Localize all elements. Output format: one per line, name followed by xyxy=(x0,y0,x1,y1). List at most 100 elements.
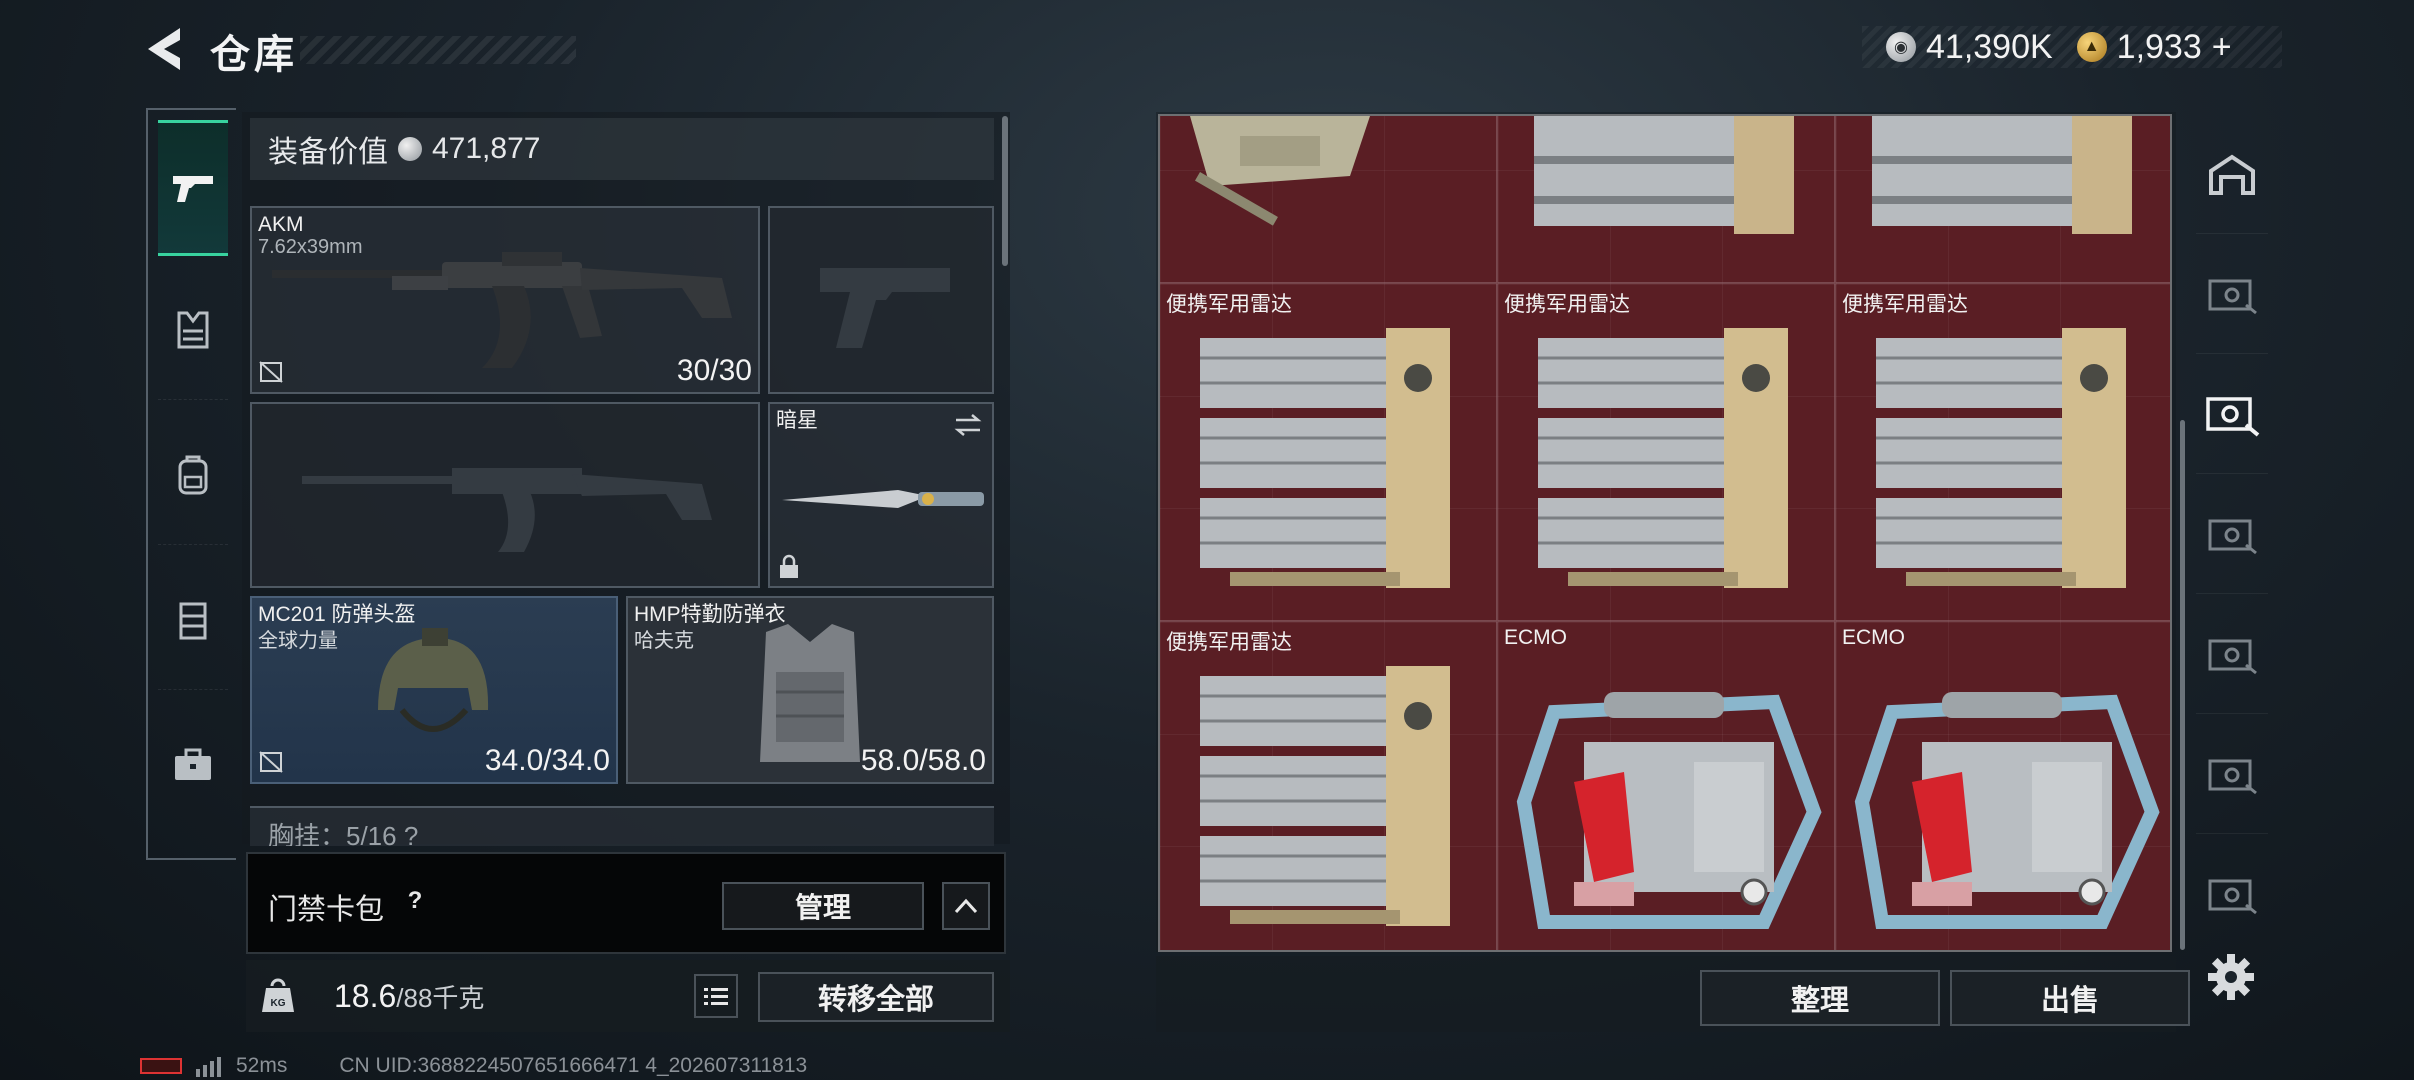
tab-storage-4[interactable] xyxy=(2196,476,2268,594)
helmet-slot[interactable]: MC201 防弹头盔 全球力量 34.0/34.0 xyxy=(250,596,618,784)
tab-storage-3-active[interactable] xyxy=(2196,356,2268,474)
military-radar-icon xyxy=(1534,116,1794,234)
silver-coin-icon: ◉ xyxy=(1886,32,1916,62)
silver-currency-value: 41,390K xyxy=(1926,27,2053,66)
status-bar: 52ms CN UID:3688224507651666471 4_202607… xyxy=(140,1052,807,1080)
storage-item-radar[interactable]: 便携军用雷达 xyxy=(1160,284,1498,622)
tab-chest-rig[interactable] xyxy=(158,550,228,690)
tab-storage-7[interactable] xyxy=(2196,836,2268,954)
tab-case[interactable] xyxy=(158,695,228,835)
armor-vest-icon xyxy=(177,311,209,348)
lock-icon xyxy=(780,554,798,578)
equipment-value-bar: 装备价值 471,877 xyxy=(250,118,994,180)
secondary-weapon-slot[interactable] xyxy=(250,402,760,588)
tab-storage-6[interactable] xyxy=(2196,716,2268,834)
storage-tabs xyxy=(2196,116,2268,956)
safe-box-icon xyxy=(2208,519,2257,554)
storage-item-radar[interactable]: 便携军用雷达 xyxy=(1498,284,1836,622)
storage-scrollbar[interactable] xyxy=(2180,420,2185,950)
keycard-label: 门禁卡包 xyxy=(268,894,385,926)
category-rail xyxy=(146,108,236,860)
equipment-value-label: 装备价值 xyxy=(268,136,388,169)
melee-slot[interactable]: 暗星 xyxy=(768,402,994,588)
storage-item-ecmo[interactable]: ECMO xyxy=(1498,622,1836,950)
page-title: 仓库 xyxy=(210,33,298,77)
equipment-scrollbar[interactable] xyxy=(1002,116,1008,266)
list-icon xyxy=(704,988,728,1005)
safe-box-icon xyxy=(2208,639,2257,674)
storage-grid: 便携军用雷达 便携军用雷达 便携军用雷达 便携军用雷达 ECMO ECMO xyxy=(1158,114,2172,952)
ecmo-machine-icon xyxy=(1854,692,2160,929)
ecmo-machine-icon xyxy=(1516,692,1822,929)
armor-slot[interactable]: HMP特勤防弹衣 哈夫克 58.0/58.0 xyxy=(626,596,994,784)
helmet-durability: 34.0/34.0 xyxy=(484,744,610,777)
knife-icon xyxy=(782,490,984,508)
vehicle-model-icon xyxy=(1190,116,1370,226)
tab-storage-5[interactable] xyxy=(2196,596,2268,714)
tab-storage-2[interactable] xyxy=(2196,236,2268,354)
storage-item-vehicle[interactable] xyxy=(1160,116,1498,284)
manage-button[interactable]: 管理 xyxy=(722,882,924,930)
armor-durability: 58.0/58.0 xyxy=(860,744,986,777)
tab-armor[interactable] xyxy=(158,260,228,400)
swap-icon[interactable] xyxy=(952,412,984,438)
storage-item-ecmo[interactable]: ECMO xyxy=(1836,622,2170,950)
chevron-up-icon xyxy=(954,898,978,914)
storage-room-icon xyxy=(2209,154,2255,195)
pistol-icon xyxy=(173,176,213,202)
tab-backpack[interactable] xyxy=(158,405,228,545)
add-currency-button[interactable]: + xyxy=(2212,28,2232,67)
no-insurance-icon xyxy=(259,361,283,383)
safe-box-icon xyxy=(2208,759,2257,794)
armor-brand: 哈夫克 xyxy=(634,630,694,652)
list-view-button[interactable] xyxy=(694,974,738,1018)
tidy-button[interactable]: 整理 xyxy=(1700,970,1940,1026)
weight-bar: KG 18.6/88千克 转移全部 xyxy=(246,960,1010,1032)
signal-icon xyxy=(196,1057,221,1077)
storage-item-radar[interactable]: 便携军用雷达 xyxy=(1160,622,1498,950)
weapon-ammo: 30/30 xyxy=(676,354,752,387)
battery-icon xyxy=(140,1058,182,1074)
silver-coin-icon xyxy=(398,137,422,161)
help-icon[interactable]: ? xyxy=(398,884,432,918)
tab-weapons[interactable] xyxy=(158,120,228,256)
rifle-placeholder-icon xyxy=(302,468,712,552)
gold-currency-value: 1,933 xyxy=(2116,27,2202,66)
military-radar-icon xyxy=(1538,328,1788,588)
currency-bar: ◉ 41,390K ▲ 1,933 + xyxy=(1862,26,2282,68)
svg-text:KG: KG xyxy=(271,998,286,1009)
ping-value: 52ms xyxy=(236,1054,288,1077)
storage-item-radar[interactable] xyxy=(1836,116,2170,284)
transfer-all-button[interactable]: 转移全部 xyxy=(758,972,994,1022)
settings-button[interactable] xyxy=(2206,952,2256,1002)
tab-storage-overview[interactable] xyxy=(2196,116,2268,234)
melee-name: 暗星 xyxy=(776,409,818,432)
chest-rig-capacity: 胸挂：5/16 ? xyxy=(268,821,419,846)
title-decoration xyxy=(300,36,576,64)
safe-box-icon xyxy=(2208,879,2257,915)
storage-item-radar[interactable] xyxy=(1498,116,1836,284)
safe-box-icon xyxy=(2208,279,2257,314)
chest-rig-row[interactable]: 胸挂：5/16 ? xyxy=(250,806,994,846)
military-radar-icon xyxy=(1200,328,1450,588)
storage-item-radar[interactable]: 便携军用雷达 xyxy=(1836,284,2170,622)
safe-box-icon xyxy=(2206,396,2260,437)
sell-button[interactable]: 出售 xyxy=(1950,970,2190,1026)
weight-readout: 18.6/88千克 xyxy=(334,978,484,1015)
item-label: ECMO xyxy=(1842,626,1905,649)
helmet-icon xyxy=(378,628,489,732)
keycard-bar: 门禁卡包 ? 管理 xyxy=(246,852,1006,954)
collapse-button[interactable] xyxy=(942,882,990,930)
back-button[interactable] xyxy=(140,22,190,76)
pistol-slot[interactable] xyxy=(768,206,994,394)
military-radar-icon xyxy=(1872,116,2132,234)
equipment-value: 471,877 xyxy=(432,132,541,165)
gold-coin-icon: ▲ xyxy=(2076,32,2107,62)
pistol-placeholder-icon xyxy=(820,268,950,348)
back-arrow-icon xyxy=(148,28,180,70)
no-insurance-icon xyxy=(259,751,283,773)
item-label: 便携军用雷达 xyxy=(1842,293,1968,316)
primary-weapon-slot[interactable]: AKM 7.62x39mm 30/30 xyxy=(250,206,760,394)
item-label: 便携军用雷达 xyxy=(1166,631,1292,654)
item-label: 便携军用雷达 xyxy=(1166,293,1292,316)
